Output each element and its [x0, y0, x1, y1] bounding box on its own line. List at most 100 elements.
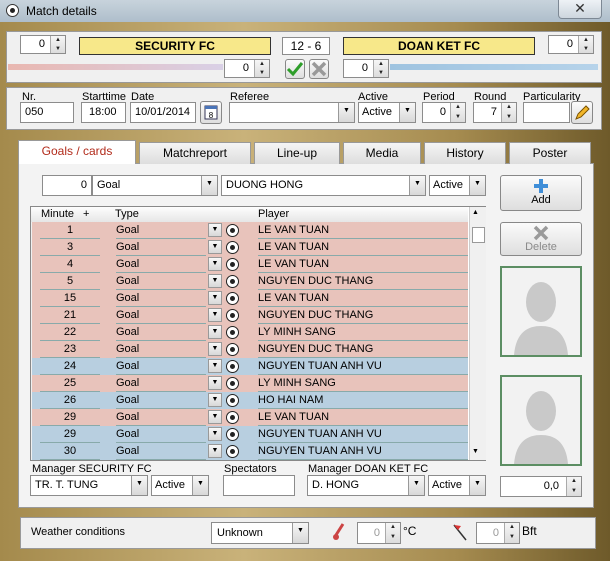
row-minute: 29 — [40, 426, 100, 443]
row-player: NGUYEN TUAN ANH VU — [258, 358, 468, 375]
referee-select[interactable] — [229, 102, 355, 123]
row-type-dropdown[interactable]: ▼ — [208, 427, 222, 441]
header-plus[interactable]: + — [83, 208, 89, 220]
row-type: Goal — [116, 341, 206, 358]
table-row[interactable]: 3 Goal ▼ LE VAN TUAN — [32, 239, 468, 256]
table-row[interactable]: 5 Goal ▼ NGUYEN DUC THANG — [32, 273, 468, 290]
table-row[interactable]: 21 Goal ▼ NGUYEN DUC THANG — [32, 307, 468, 324]
table-row[interactable]: 29 Goal ▼ LE VAN TUAN — [32, 409, 468, 426]
row-type-dropdown[interactable]: ▼ — [208, 223, 222, 237]
row-type-dropdown[interactable]: ▼ — [208, 444, 222, 458]
row-player: NGUYEN DUC THANG — [258, 341, 468, 358]
round-stepper[interactable]: 7 ▲ ▼ — [473, 102, 517, 123]
status-select[interactable]: Active — [429, 175, 486, 196]
away-team-name: DOAN KET FC — [343, 37, 535, 55]
row-type-dropdown[interactable]: ▼ — [208, 410, 222, 424]
row-type-dropdown[interactable]: ▼ — [208, 359, 222, 373]
spectators-input[interactable] — [223, 475, 295, 496]
soccer-ball-icon — [226, 224, 239, 237]
row-player: NGUYEN DUC THANG — [258, 307, 468, 324]
add-button[interactable]: Add — [500, 175, 582, 211]
row-minute: 15 — [40, 290, 100, 307]
header-type[interactable]: Type — [115, 208, 139, 220]
weather-value: Unknown — [217, 527, 263, 539]
starttime-input[interactable]: 18:00 — [81, 102, 126, 123]
table-row[interactable]: 23 Goal ▼ NGUYEN DUC THANG — [32, 341, 468, 358]
table-row[interactable]: 24 Goal ▼ NGUYEN TUAN ANH VU — [32, 358, 468, 375]
row-type-dropdown[interactable]: ▼ — [208, 240, 222, 254]
calendar-button[interactable]: 8 — [200, 101, 222, 124]
row-type-dropdown[interactable]: ▼ — [208, 308, 222, 322]
row-player: LE VAN TUAN — [258, 239, 468, 256]
table-row[interactable]: 1 Goal ▼ LE VAN TUAN — [32, 222, 468, 239]
row-type-dropdown[interactable]: ▼ — [208, 342, 222, 356]
table-row[interactable]: 15 Goal ▼ LE VAN TUAN — [32, 290, 468, 307]
away-sub-value: 0 — [361, 62, 368, 74]
chevron-down-icon — [201, 176, 217, 195]
type-select[interactable]: Goal — [92, 175, 218, 196]
row-type-dropdown[interactable]: ▼ — [208, 291, 222, 305]
manager-home-status-select[interactable]: Active — [151, 475, 209, 496]
confirm-button[interactable] — [285, 59, 305, 79]
chevron-down-icon — [338, 103, 354, 122]
tab-media[interactable]: Media — [343, 142, 421, 164]
player-select[interactable]: DUONG HONG — [221, 175, 426, 196]
row-player: LE VAN TUAN — [258, 222, 468, 239]
row-player: LY MINH SANG — [258, 324, 468, 341]
row-minute: 25 — [40, 375, 100, 392]
tab-matchreport[interactable]: Matchreport — [139, 142, 251, 164]
active-select[interactable]: Active — [358, 102, 416, 123]
weather-select[interactable]: Unknown — [211, 522, 309, 544]
header-player[interactable]: Player — [258, 208, 289, 220]
period-stepper[interactable]: 0 ▲ ▼ — [422, 102, 466, 123]
tab-poster[interactable]: Poster — [509, 142, 591, 164]
particularity-input[interactable] — [523, 102, 570, 123]
minute-input[interactable]: 0 — [42, 175, 92, 196]
table-row[interactable]: 25 Goal ▼ LY MINH SANG — [32, 375, 468, 392]
manager-home-status-value: Active — [155, 479, 185, 491]
tab-goals-cards[interactable]: Goals / cards — [18, 140, 136, 164]
away-right-stepper[interactable]: 0 ▲ ▼ — [548, 35, 594, 54]
close-button[interactable]: ✕ — [558, 0, 602, 19]
tab-line-up[interactable]: Line-up — [254, 142, 340, 164]
table-row[interactable]: 29 Goal ▼ NGUYEN TUAN ANH VU — [32, 426, 468, 443]
grid-scrollbar[interactable]: ▲ ▼ — [469, 207, 486, 460]
chevron-down-icon — [409, 176, 425, 195]
weather-label: Weather conditions — [31, 526, 125, 538]
manager-home-select[interactable]: TR. T. TUNG — [30, 475, 148, 496]
header-minute[interactable]: Minute — [41, 208, 74, 220]
score-display: 12 - 6 — [282, 37, 330, 55]
wind-stepper[interactable]: 0 ▲ ▼ — [476, 522, 520, 544]
manager-away-status-select[interactable]: Active — [428, 475, 486, 496]
row-player: NGUYEN TUAN ANH VU — [258, 443, 468, 460]
table-row[interactable]: 26 Goal ▼ HO HAI NAM — [32, 392, 468, 409]
manager-away-select[interactable]: D. HONG — [307, 475, 425, 496]
row-type-dropdown[interactable]: ▼ — [208, 393, 222, 407]
delete-button[interactable]: Delete — [500, 222, 582, 256]
rating-stepper[interactable]: 0,0 ▲ ▼ — [500, 476, 582, 497]
person-silhouette-icon — [514, 391, 568, 464]
row-type-dropdown[interactable]: ▼ — [208, 274, 222, 288]
temperature-value: 0 — [373, 527, 380, 539]
rating-value: 0,0 — [543, 480, 559, 492]
row-minute: 22 — [40, 324, 100, 341]
row-type-dropdown[interactable]: ▼ — [208, 325, 222, 339]
edit-particularity-button[interactable] — [571, 101, 593, 124]
round-value: 7 — [490, 106, 497, 118]
nr-input[interactable]: 050 — [20, 102, 74, 123]
cancel-button[interactable] — [309, 59, 329, 79]
scrollbar-thumb[interactable] — [472, 227, 485, 243]
date-input[interactable]: 10/01/2014 — [130, 102, 196, 123]
table-row[interactable]: 4 Goal ▼ LE VAN TUAN — [32, 256, 468, 273]
add-label: Add — [531, 194, 551, 206]
tab-history[interactable]: History — [424, 142, 506, 164]
temperature-stepper[interactable]: 0 ▲ ▼ — [357, 522, 401, 544]
table-row[interactable]: 30 Goal ▼ NGUYEN TUAN ANH VU — [32, 443, 468, 460]
table-row[interactable]: 22 Goal ▼ LY MINH SANG — [32, 324, 468, 341]
home-left-stepper[interactable]: 0 ▲ ▼ — [20, 35, 66, 54]
home-sub-stepper[interactable]: 0 ▲ ▼ — [224, 59, 270, 78]
calendar-icon: 8 — [204, 105, 218, 120]
row-type-dropdown[interactable]: ▼ — [208, 376, 222, 390]
row-type-dropdown[interactable]: ▼ — [208, 257, 222, 271]
away-sub-stepper[interactable]: 0 ▲ ▼ — [343, 59, 389, 78]
